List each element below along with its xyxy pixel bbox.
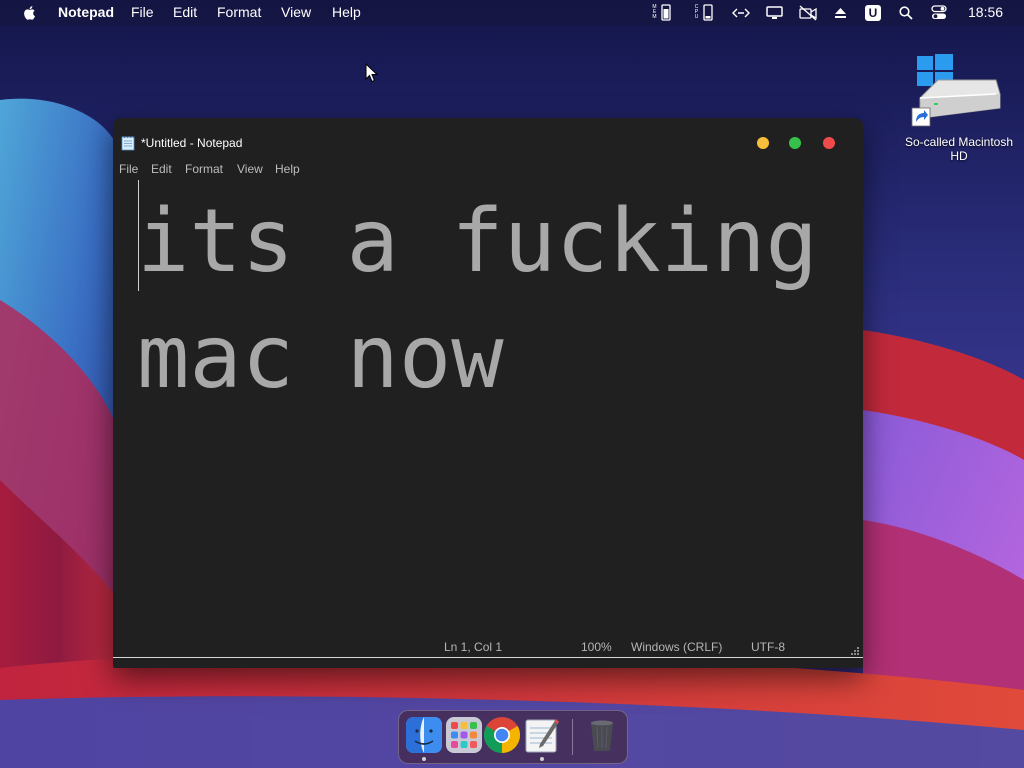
- editor-text: its a fucking mac now: [137, 190, 818, 408]
- notepad-window: *Untitled - Notepad File Edit Format Vie…: [113, 118, 863, 668]
- status-cursor-position: Ln 1, Col 1: [444, 640, 503, 654]
- notepad-running-indicator: [540, 757, 544, 761]
- display-icon[interactable]: [764, 3, 784, 22]
- desktop-icon-label: So-called Macintosh HD: [904, 135, 1014, 163]
- window-border: [113, 657, 863, 658]
- maximize-button[interactable]: [789, 137, 801, 149]
- menu-format[interactable]: Format: [217, 4, 261, 20]
- dock: [398, 710, 628, 764]
- u-badge-label: U: [865, 4, 881, 21]
- menu-clock[interactable]: 18:56: [968, 4, 1003, 20]
- mem-label: MEM: [652, 4, 657, 20]
- launchpad-icon[interactable]: [445, 716, 483, 754]
- eject-icon[interactable]: [832, 3, 848, 22]
- dock-separator: [572, 719, 573, 755]
- hard-drive-icon: [911, 54, 1001, 127]
- notepad-app-icon: [121, 135, 135, 151]
- control-center-icon[interactable]: [929, 3, 949, 22]
- cpu-icon[interactable]: CPU: [689, 3, 717, 22]
- menu-file[interactable]: File: [131, 4, 154, 20]
- finder-icon[interactable]: [405, 716, 443, 754]
- notepad-menu-view[interactable]: View: [237, 162, 263, 176]
- window-title: *Untitled - Notepad: [141, 136, 243, 150]
- apple-logo-icon[interactable]: [22, 4, 38, 21]
- notepad-menu-file[interactable]: File: [119, 162, 138, 176]
- notepad-menu-help[interactable]: Help: [275, 162, 300, 176]
- resize-grip-icon[interactable]: [850, 646, 860, 656]
- desktop: Notepad File Edit Format View Help MEM C…: [0, 0, 1024, 768]
- menu-bar: Notepad File Edit Format View Help MEM C…: [0, 0, 1024, 25]
- status-bar: Ln 1, Col 1 100% Windows (CRLF) UTF-8: [113, 634, 863, 658]
- mouse-pointer-icon: [365, 63, 379, 83]
- notepad-menu-format[interactable]: Format: [185, 162, 223, 176]
- search-icon[interactable]: [897, 3, 915, 22]
- status-zoom: 100%: [581, 640, 612, 654]
- chrome-icon[interactable]: [483, 716, 521, 754]
- notepad-menu-edit[interactable]: Edit: [151, 162, 172, 176]
- trash-icon[interactable]: [583, 716, 621, 754]
- text-editor[interactable]: its a fucking mac now: [113, 180, 863, 632]
- mem-icon[interactable]: MEM: [648, 3, 674, 22]
- finder-running-indicator: [422, 757, 426, 761]
- notepad-menu-bar: File Edit Format View Help: [113, 158, 863, 180]
- network-icon[interactable]: [731, 3, 751, 22]
- minimize-button[interactable]: [757, 137, 769, 149]
- status-line-ending: Windows (CRLF): [631, 640, 723, 654]
- desktop-icon-macintosh-hd[interactable]: So-called Macintosh HD: [900, 52, 1018, 163]
- notepad-dock-icon[interactable]: [523, 716, 561, 754]
- menu-edit[interactable]: Edit: [173, 4, 197, 20]
- video-off-icon[interactable]: [797, 3, 819, 22]
- cpu-label: CPU: [694, 4, 699, 20]
- menu-view[interactable]: View: [281, 4, 311, 20]
- menu-app-name[interactable]: Notepad: [58, 4, 114, 20]
- menu-help[interactable]: Help: [332, 4, 361, 20]
- status-encoding: UTF-8: [751, 640, 785, 654]
- close-button[interactable]: [823, 137, 835, 149]
- u-badge-icon[interactable]: U: [864, 3, 882, 22]
